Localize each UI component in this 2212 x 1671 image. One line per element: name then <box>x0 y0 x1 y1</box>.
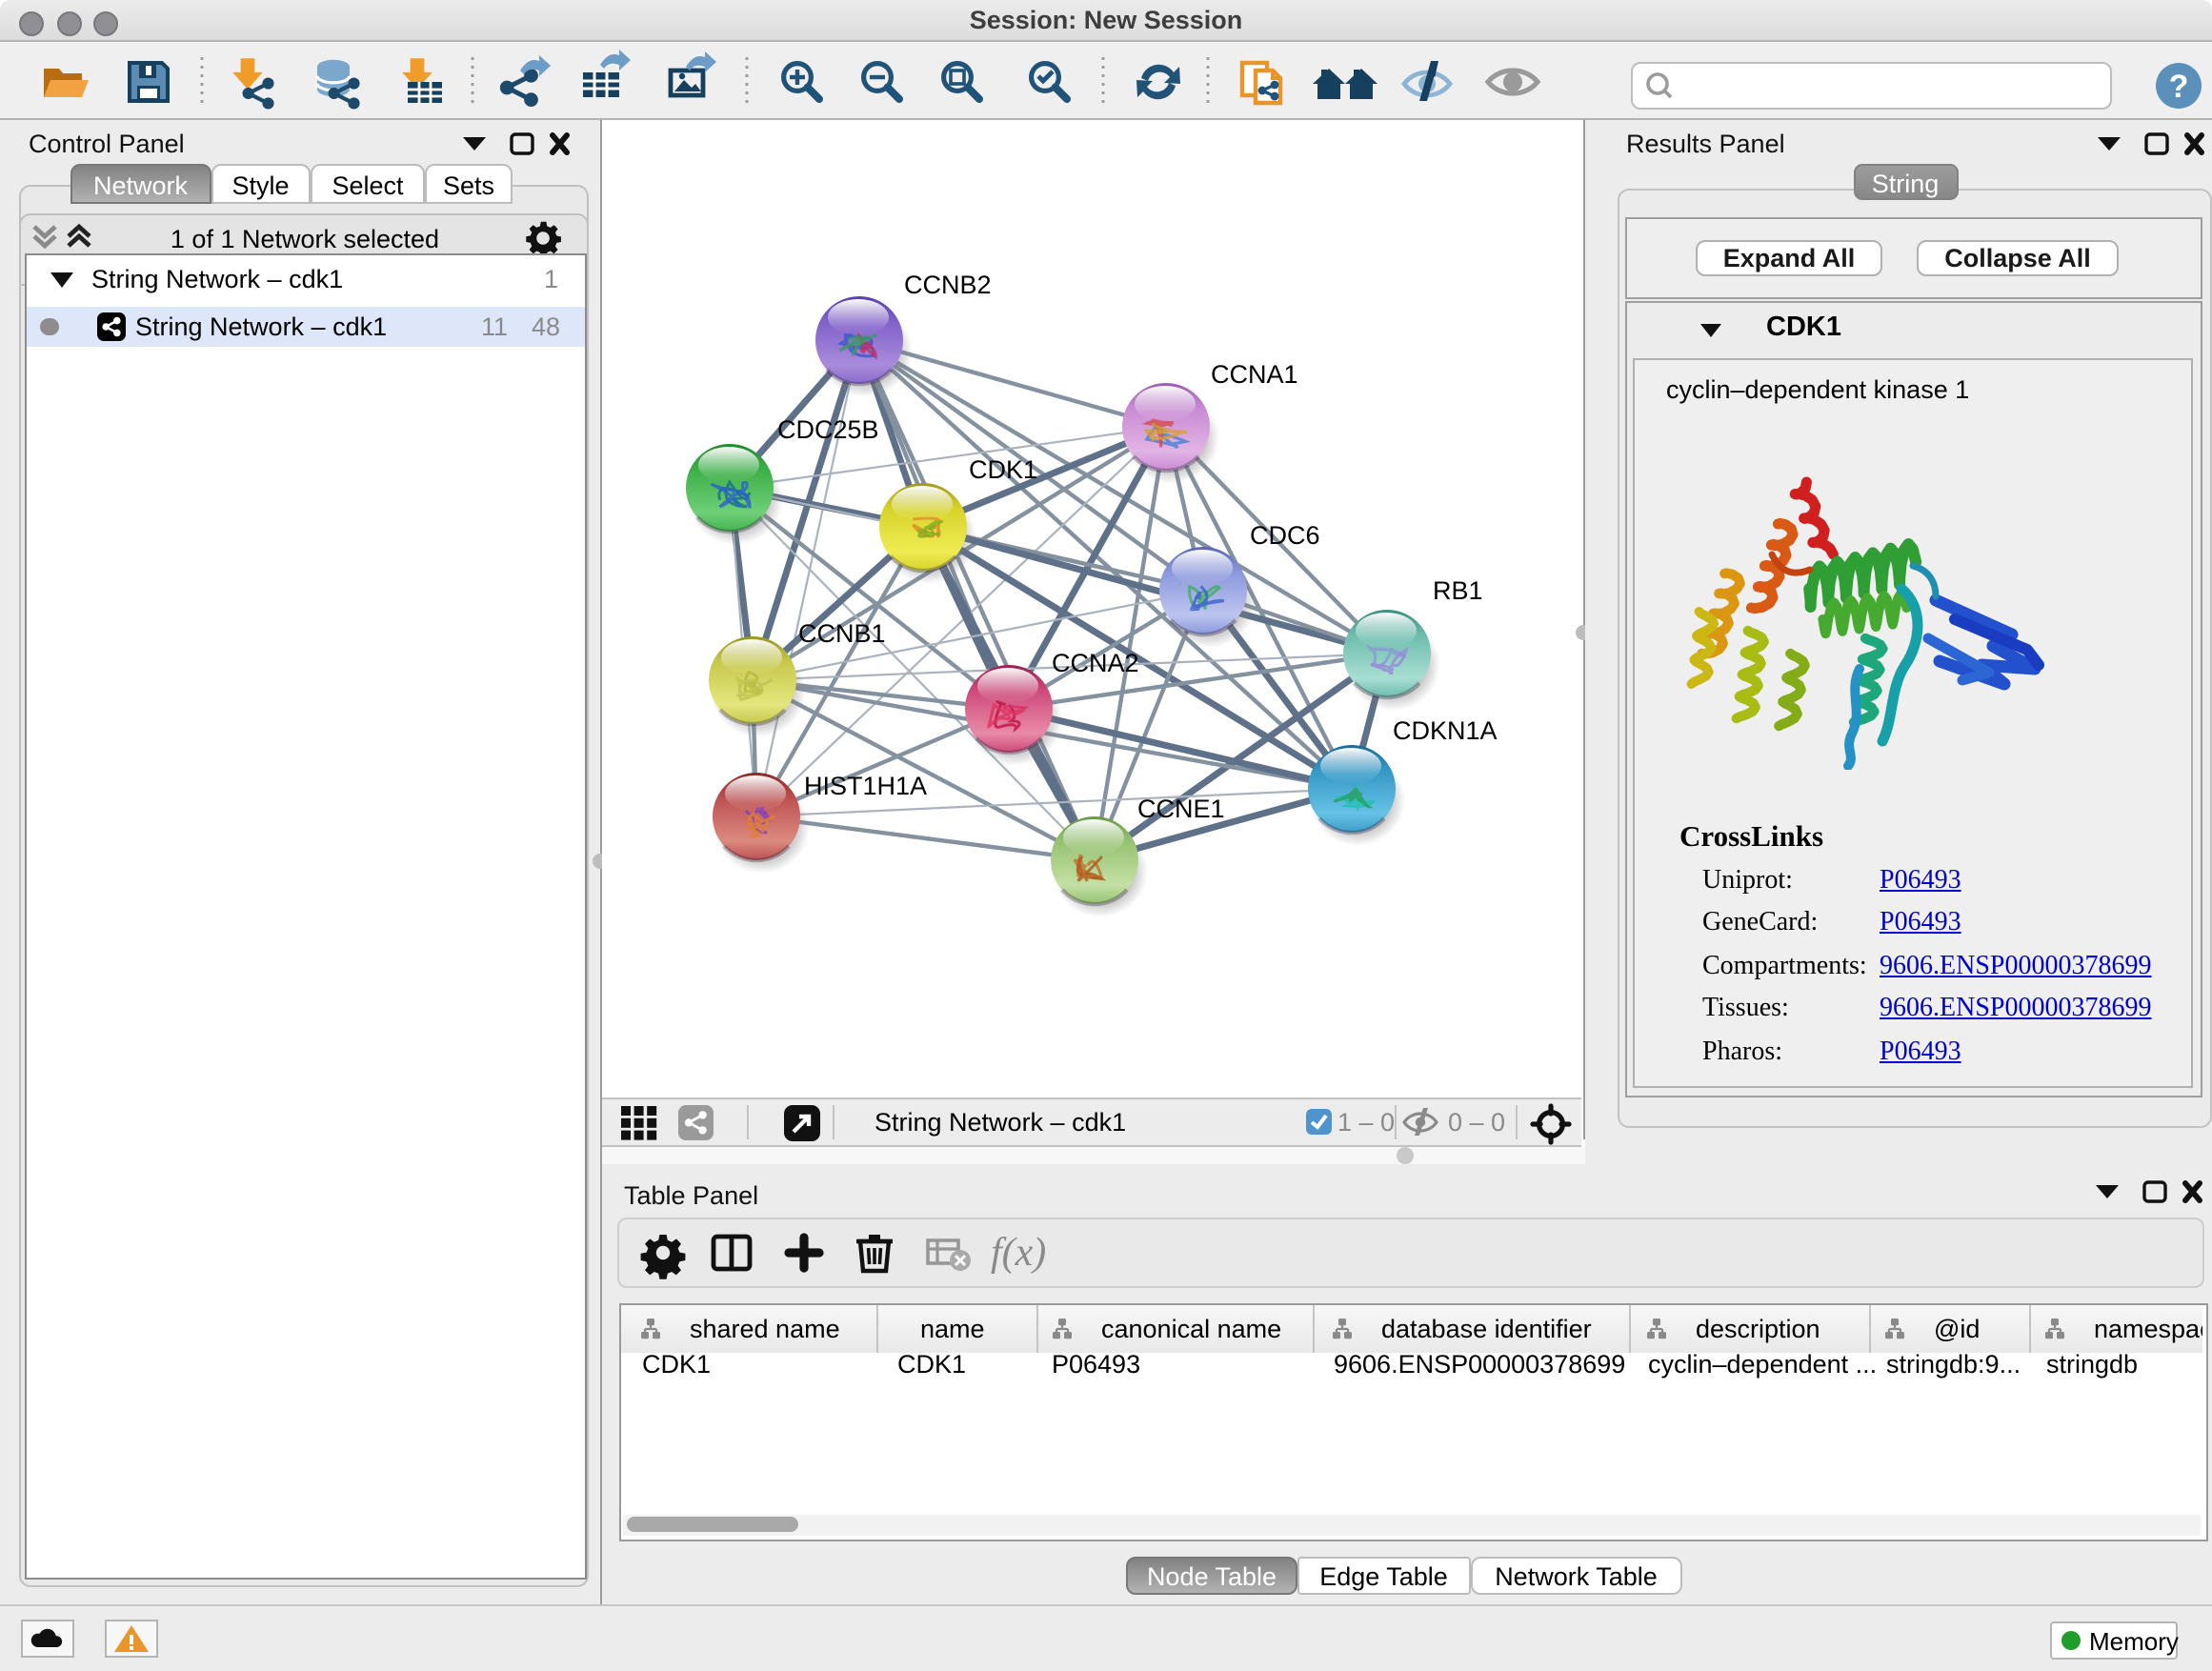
svg-text:canonical name: canonical name <box>1100 1314 1280 1342</box>
svg-text:0 – 0: 0 – 0 <box>1448 1108 1505 1137</box>
svg-text:CDK1: CDK1 <box>969 455 1037 484</box>
svg-text:1 – 0: 1 – 0 <box>1337 1108 1395 1137</box>
svg-text:CCNA1: CCNA1 <box>1211 360 1298 389</box>
svg-text:CCNA2: CCNA2 <box>1052 649 1139 677</box>
svg-text:P06493: P06493 <box>1051 1349 1139 1378</box>
svg-text:CDK1: CDK1 <box>641 1349 710 1378</box>
svg-text:HIST1H1A: HIST1H1A <box>804 772 927 800</box>
svg-text:CDKN1A: CDKN1A <box>1393 716 1498 745</box>
svg-text:namespace: namespace <box>2093 1314 2202 1342</box>
svg-text:String Network – cdk1: String Network – cdk1 <box>875 1108 1126 1137</box>
svg-text:stringdb:9...: stringdb:9... <box>1885 1349 2020 1378</box>
svg-text:stringdb: stringdb <box>2045 1349 2137 1378</box>
svg-text:CDC25B: CDC25B <box>777 415 879 444</box>
svg-text:f(x): f(x) <box>990 1230 1045 1274</box>
svg-text:9606.ENSP00000378699: 9606.ENSP00000378699 <box>1333 1349 1624 1378</box>
svg-text:description: description <box>1695 1314 1820 1342</box>
svg-text:shared name: shared name <box>689 1314 839 1342</box>
svg-text:CDK1: CDK1 <box>896 1349 965 1378</box>
svg-text:cyclin–dependent ...: cyclin–dependent ... <box>1647 1349 1876 1378</box>
svg-text:RB1: RB1 <box>1433 576 1483 605</box>
svg-text:?: ? <box>2169 69 2189 105</box>
svg-text:CCNB1: CCNB1 <box>798 619 886 648</box>
svg-text:@id: @id <box>1933 1314 1979 1342</box>
svg-text:name: name <box>919 1314 984 1342</box>
svg-text:CCNE1: CCNE1 <box>1137 795 1225 823</box>
svg-text:database identifier: database identifier <box>1380 1314 1591 1342</box>
svg-text:CCNB2: CCNB2 <box>904 271 992 299</box>
svg-text:CDC6: CDC6 <box>1250 521 1320 550</box>
